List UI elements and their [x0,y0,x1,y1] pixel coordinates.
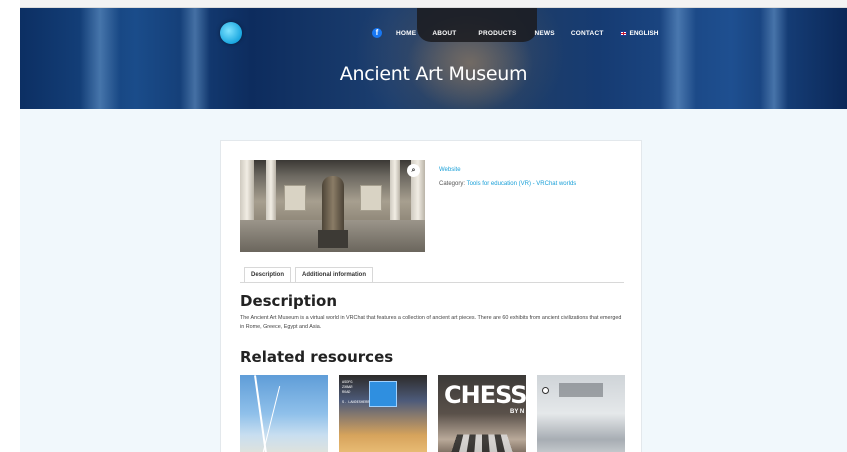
uk-flag-icon [619,30,627,36]
category-link[interactable]: Tools for education (VR) - VRChat worlds [467,181,577,187]
image-exhibit [284,185,306,211]
description-heading: Description [240,292,338,310]
thumb-subtitle: BY N [510,409,525,415]
tab-description[interactable]: Description [244,267,292,283]
tab-divider [240,282,624,283]
light-streak [760,8,788,109]
nav-news[interactable]: NEWS [535,30,555,37]
thumb-sign [559,383,603,397]
thumb-text: ASDFG ZXBAR ROAD S. LANDESHERR [342,381,370,405]
main-nav: f HOME ABOUT PRODUCTS NEWS CONTACT ENGLI… [372,27,658,39]
related-resource-thumbnail[interactable] [537,375,625,452]
related-resource-thumbnail[interactable] [240,375,328,452]
thumb-title: CHESS [444,381,526,409]
zoom-icon[interactable]: ⌕ [407,164,420,177]
product-meta: Website Category: Tools for education (V… [439,167,576,187]
image-exhibit [360,185,382,211]
product-card: ⌕ Website Category: Tools for education … [220,140,642,452]
site-logo[interactable] [220,22,242,44]
related-resources-heading: Related resources [240,348,394,366]
related-resources-list: ASDFG ZXBAR ROAD S. LANDESHERR CHESS BY … [240,375,636,452]
chess-board-graphic [450,434,514,452]
light-streak [180,8,210,109]
website-link[interactable]: Website [439,167,461,173]
description-text: The Ancient Art Museum is a virtual worl… [240,315,622,330]
tab-additional-information[interactable]: Additional information [295,267,374,283]
image-statue-base [318,230,348,248]
category-label: Category: [439,181,466,187]
browser-frame: f HOME ABOUT PRODUCTS NEWS CONTACT ENGLI… [0,0,847,452]
image-statue [322,176,344,238]
nav-about[interactable]: ABOUT [432,30,456,37]
website: f HOME ABOUT PRODUCTS NEWS CONTACT ENGLI… [20,8,847,452]
nav-products[interactable]: PRODUCTS [478,30,516,37]
language-switcher[interactable]: ENGLISH [619,29,659,37]
browser-top-strip [20,0,847,8]
page-title: Ancient Art Museum [339,63,528,85]
product-image[interactable]: ⌕ [240,160,425,252]
light-streak [80,8,120,109]
light-streak [660,8,696,109]
clock-icon [542,387,549,394]
thumb-cube [369,381,397,407]
product-tabs: Description Additional information [244,267,377,283]
related-resource-thumbnail[interactable]: ASDFG ZXBAR ROAD S. LANDESHERR [339,375,427,452]
related-resource-thumbnail[interactable]: CHESS BY N [438,375,526,452]
nav-home[interactable]: HOME [396,30,416,37]
hero-banner: f HOME ABOUT PRODUCTS NEWS CONTACT ENGLI… [20,8,847,109]
language-label: ENGLISH [629,29,659,37]
facebook-icon[interactable]: f [372,28,382,38]
nav-contact[interactable]: CONTACT [571,30,604,37]
